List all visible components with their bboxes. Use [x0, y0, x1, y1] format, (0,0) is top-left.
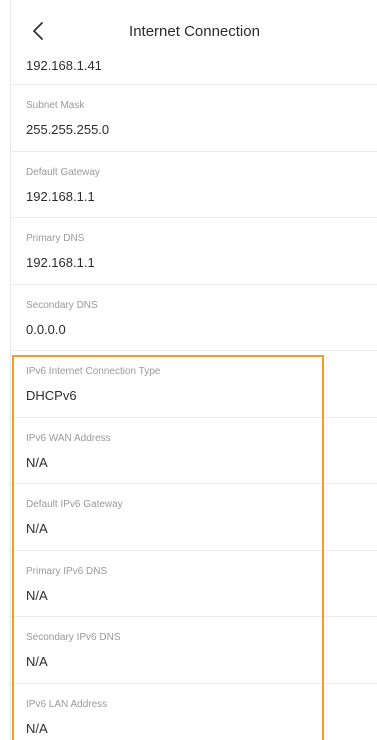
field-value: DHCPv6 [26, 388, 77, 403]
list-item-primary-ipv6-dns: Primary IPv6 DNS N/A [11, 551, 377, 617]
field-value: 255.255.255.0 [26, 122, 110, 137]
field-value: 192.168.1.1 [26, 255, 95, 270]
connection-details-list: 192.168.1.41 Subnet Mask 255.255.255.0 D… [11, 48, 377, 740]
field-label: IPv6 WAN Address [26, 432, 111, 444]
field-value: 0.0.0.0 [26, 321, 66, 337]
ip-address-value: 192.168.1.41 [26, 58, 102, 73]
field-label: Secondary DNS [26, 299, 98, 311]
list-item-primary-dns: Primary DNS 192.168.1.1 [11, 218, 377, 285]
field-label: IPv6 LAN Address [26, 698, 108, 710]
list-item-subnet-mask: Subnet Mask 255.255.255.0 [11, 85, 377, 152]
list-item-default-ipv6-gateway: Default IPv6 Gateway N/A [11, 484, 377, 551]
list-item-secondary-dns: Secondary DNS 0.0.0.0 [11, 285, 377, 351]
field-label: Default Gateway [26, 166, 100, 178]
field-label: Secondary IPv6 DNS [26, 632, 121, 643]
list-item-ipv6-wan-address: IPv6 WAN Address N/A [11, 418, 377, 484]
screen: Internet Connection 192.168.1.41 Subnet … [10, 0, 377, 740]
page-title: Internet Connection [129, 23, 260, 40]
field-label: IPv6 Internet Connection Type [26, 366, 161, 377]
field-label: Subnet Mask [26, 100, 85, 111]
field-value: N/A [26, 720, 48, 736]
field-value: 192.168.1.1 [26, 188, 95, 204]
app-header: Internet Connection [11, 0, 377, 54]
field-value: N/A [26, 521, 48, 536]
field-value: N/A [26, 587, 48, 603]
field-label: Primary IPv6 DNS [26, 565, 108, 577]
list-item-secondary-ipv6-dns: Secondary IPv6 DNS N/A [11, 617, 377, 684]
list-item-ipv6-connection-type: IPv6 Internet Connection Type DHCPv6 [11, 351, 377, 418]
list-item-ipv6-lan-address: IPv6 LAN Address N/A [11, 684, 377, 740]
list-item-default-gateway: Default Gateway 192.168.1.1 [11, 152, 377, 218]
field-label: Primary DNS [26, 233, 85, 244]
field-value: N/A [26, 654, 48, 669]
field-value: N/A [26, 454, 48, 470]
field-label: Default IPv6 Gateway [26, 499, 123, 510]
